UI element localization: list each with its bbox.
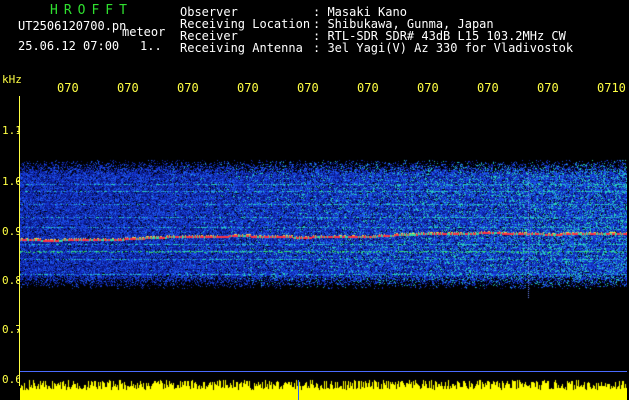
file-name: UT2506120700.pn [18, 19, 127, 33]
image-index: 1.. [140, 39, 162, 53]
antenna-label: Receiving Antenna [180, 41, 303, 55]
app-title: HROFFT [50, 3, 133, 18]
time-tick-label: 070 [117, 81, 139, 95]
time-tick-label: 070 [417, 81, 439, 95]
date-time: 25.06.12 07:00 [18, 39, 120, 53]
amplitude-strip [20, 372, 627, 400]
time-tick-label: 070 [237, 81, 259, 95]
hrofft-window: HROFFT UT2506120700.pn meteor 25.06.12 0… [0, 0, 629, 400]
time-tick-label: 070 [477, 81, 499, 95]
time-tick-label: 0710 [597, 81, 626, 95]
time-tick-label: 070 [357, 81, 379, 95]
time-tick-label: 070 [297, 81, 319, 95]
mode-label: meteor [122, 25, 166, 39]
spectrogram-plot [20, 99, 627, 379]
spectrogram-canvas [20, 99, 627, 379]
strip-center-marker [298, 380, 299, 400]
strip-baseline [20, 371, 627, 372]
time-tick-label: 070 [177, 81, 199, 95]
time-tick-label: 070 [57, 81, 79, 95]
frequency-unit-label: kHz [2, 73, 22, 86]
time-tick-label: 070 [537, 81, 559, 95]
antenna-value: : 3el Yagi(V) Az 330 for Vladivostok [313, 41, 574, 55]
